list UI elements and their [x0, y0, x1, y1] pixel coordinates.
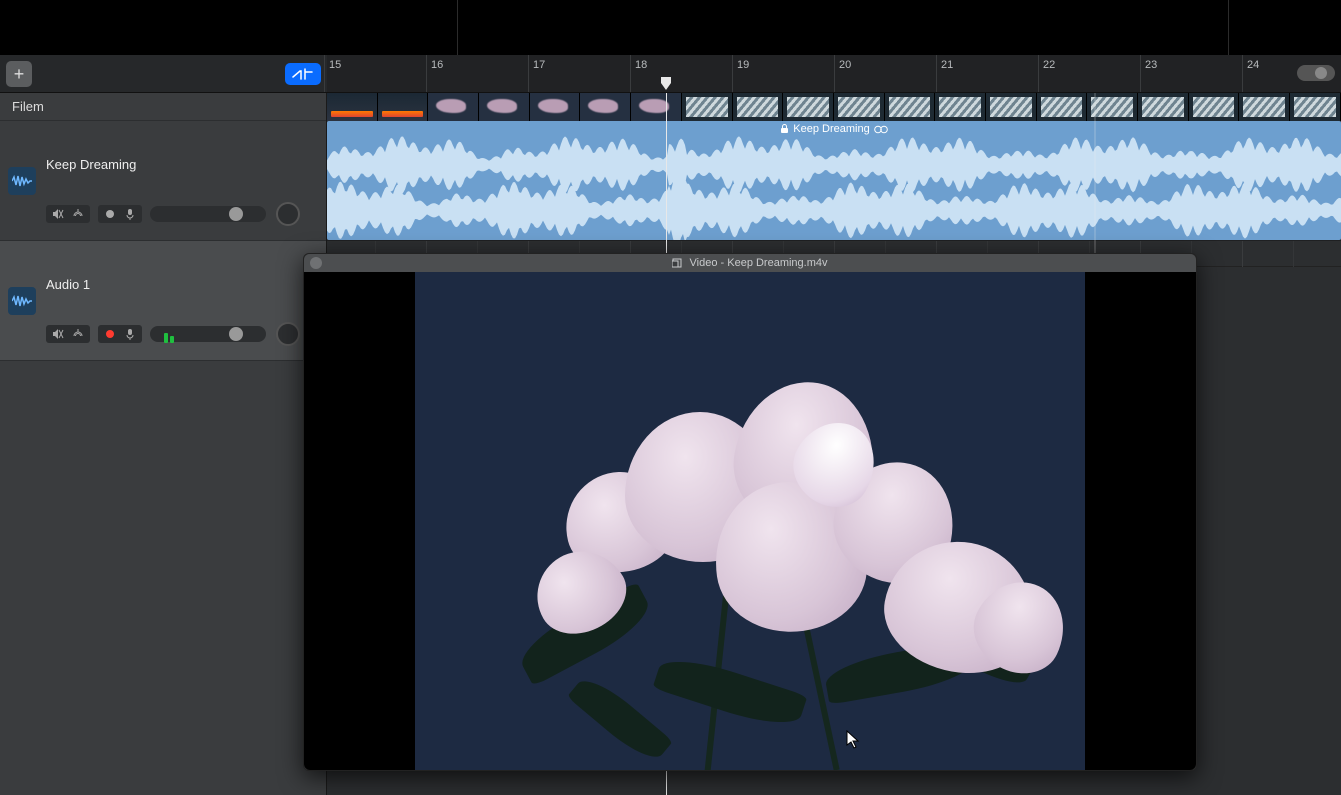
loop-icon	[874, 125, 888, 134]
track-name-label: Keep Dreaming	[46, 157, 318, 172]
video-thumbnail[interactable]	[530, 93, 581, 121]
sidebar-toolbar: +	[0, 55, 327, 92]
ruler-tick: 19	[732, 55, 749, 92]
video-thumbnail[interactable]	[986, 93, 1037, 121]
marker-line	[457, 0, 458, 55]
add-track-button[interactable]: +	[6, 61, 32, 87]
video-frame	[304, 272, 1196, 770]
record-enable-button[interactable]	[100, 206, 120, 222]
ruler-tick: 20	[834, 55, 851, 92]
input-monitor-button[interactable]	[120, 326, 140, 342]
marker-line	[1228, 0, 1229, 55]
ruler-tick: 23	[1140, 55, 1157, 92]
video-thumbnail[interactable]	[935, 93, 986, 121]
video-thumbnail[interactable]	[682, 93, 733, 121]
lock-icon	[780, 124, 789, 134]
video-preview-window[interactable]: Video - Keep Dreaming.m4v	[303, 253, 1197, 771]
ruler-tick: 15	[324, 55, 341, 92]
video-thumbnail[interactable]	[1189, 93, 1240, 121]
track-headers: Filem Keep Dreaming	[0, 93, 327, 795]
track-header-keep-dreaming[interactable]: Keep Dreaming	[0, 121, 326, 241]
mute-button[interactable]	[48, 326, 68, 342]
pan-knob[interactable]	[276, 202, 300, 226]
solo-button[interactable]	[68, 326, 88, 342]
automation-icon	[292, 67, 314, 81]
track-controls	[46, 202, 300, 226]
video-thumbnail[interactable]	[885, 93, 936, 121]
video-thumbnail[interactable]	[1037, 93, 1088, 121]
video-thumbnail[interactable]	[327, 93, 378, 121]
video-thumbnail[interactable]	[1087, 93, 1138, 121]
video-thumbnail[interactable]	[378, 93, 429, 121]
video-content	[415, 272, 1085, 770]
region-name: Keep Dreaming	[793, 123, 869, 135]
video-thumbnail[interactable]	[733, 93, 784, 121]
ruler-tick: 21	[936, 55, 953, 92]
filem-header[interactable]: Filem	[0, 93, 326, 121]
input-monitor-button[interactable]	[120, 206, 140, 222]
volume-slider[interactable]	[150, 206, 266, 222]
region-row: Keep Dreaming	[327, 121, 1341, 241]
track-name-label: Audio 1	[46, 277, 318, 292]
playhead-handle-icon[interactable]	[659, 77, 673, 91]
audio-track-icon	[8, 167, 36, 195]
film-thumbnail-row[interactable]	[327, 93, 1341, 121]
region-header: Keep Dreaming	[327, 123, 1341, 135]
pop-out-icon	[672, 258, 682, 268]
ruler-tick: 16	[426, 55, 443, 92]
video-thumbnail[interactable]	[580, 93, 631, 121]
audio-track-icon	[8, 287, 36, 315]
level-meter	[164, 333, 188, 343]
solo-button[interactable]	[68, 206, 88, 222]
video-thumbnail[interactable]	[479, 93, 530, 121]
ruler-tick: 18	[630, 55, 647, 92]
video-thumbnail[interactable]	[428, 93, 479, 121]
video-thumbnail[interactable]	[783, 93, 834, 121]
pan-knob[interactable]	[276, 322, 300, 346]
video-thumbnail[interactable]	[1138, 93, 1189, 121]
video-thumbnail[interactable]	[834, 93, 885, 121]
horizontal-zoom-toggle[interactable]	[1297, 65, 1335, 81]
ruler[interactable]: 15 16 17 18 19 20 21 22 23 24	[327, 55, 1341, 92]
audio-region-keep-dreaming[interactable]: Keep Dreaming	[327, 121, 1341, 240]
video-thumbnail[interactable]	[631, 93, 682, 121]
video-thumbnail[interactable]	[1290, 93, 1341, 121]
ruler-tick: 22	[1038, 55, 1055, 92]
mute-button[interactable]	[48, 206, 68, 222]
video-window-titlebar[interactable]: Video - Keep Dreaming.m4v	[304, 254, 1196, 272]
record-enable-button[interactable]	[100, 326, 120, 342]
video-window-title: Video - Keep Dreaming.m4v	[304, 257, 1196, 269]
ruler-tick: 24	[1242, 55, 1259, 92]
video-thumbnail[interactable]	[1239, 93, 1290, 121]
track-header-audio-1[interactable]: Audio 1	[0, 241, 326, 361]
close-button[interactable]	[310, 257, 322, 269]
automation-toggle-button[interactable]	[285, 63, 321, 85]
ruler-tick: 17	[528, 55, 545, 92]
filem-label: Filem	[12, 99, 44, 114]
plus-icon: +	[14, 65, 25, 83]
